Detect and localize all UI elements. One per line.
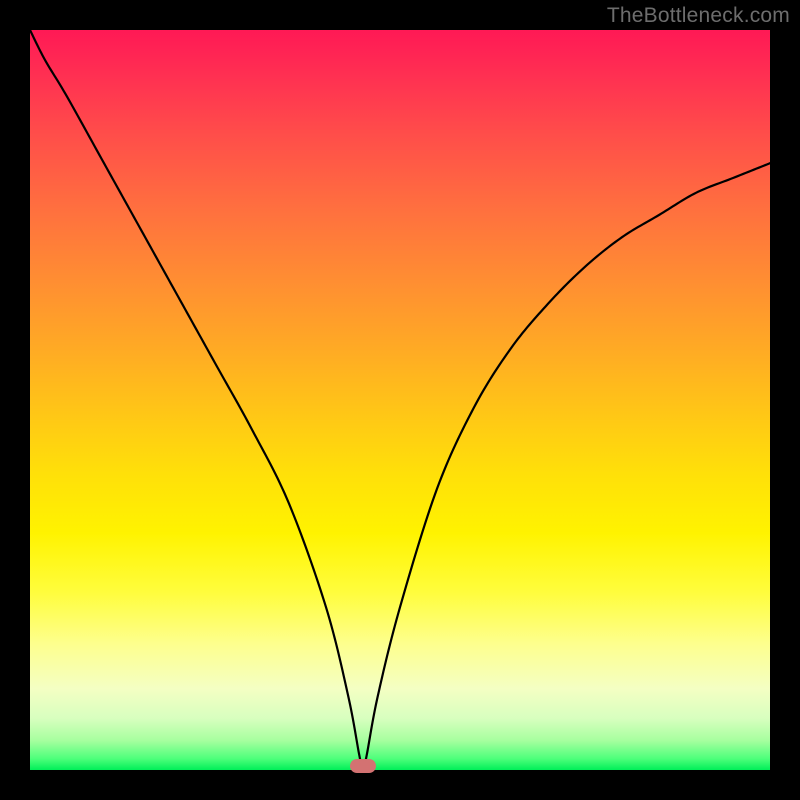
- minimum-marker: [350, 759, 376, 773]
- bottleneck-curve: [30, 30, 770, 770]
- watermark-text: TheBottleneck.com: [607, 4, 790, 28]
- plot-area: [30, 30, 770, 770]
- chart-frame: TheBottleneck.com: [0, 0, 800, 800]
